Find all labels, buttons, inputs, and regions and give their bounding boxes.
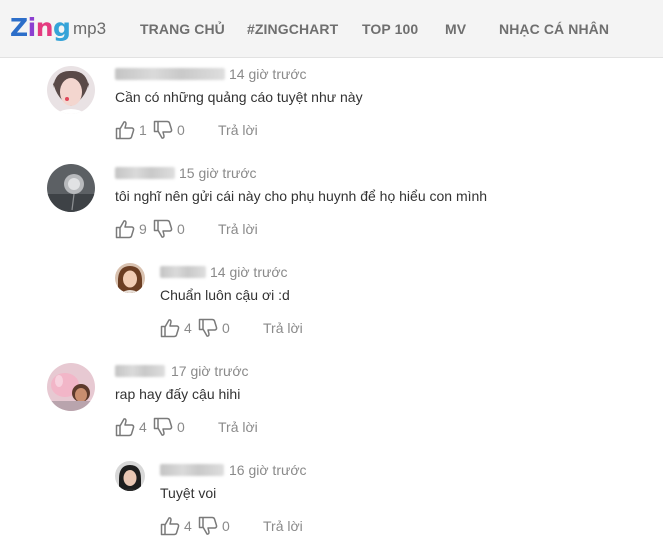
- nav-item-mv[interactable]: MV: [445, 21, 466, 37]
- username-blurred: [115, 365, 165, 377]
- username-blurred: [115, 68, 225, 80]
- reply-button[interactable]: Trả lời: [218, 122, 258, 138]
- comment-item: 14 giờ trước Cần có những quảng cáo tuyệ…: [0, 62, 663, 158]
- comment-actions: 4 0 Trả lời: [115, 417, 295, 437]
- comment-text: Chuẩn luôn cậu ơi :d: [160, 287, 290, 303]
- like-count: 4: [184, 518, 192, 534]
- comment-time: 16 giờ trước: [229, 462, 307, 478]
- thumbs-up-icon[interactable]: [160, 516, 180, 536]
- comment-actions: 9 0 Trả lời: [115, 219, 295, 239]
- comment-time: 15 giờ trước: [179, 165, 257, 181]
- like-count: 4: [139, 419, 147, 435]
- avatar[interactable]: [115, 461, 145, 491]
- username-blurred: [160, 464, 224, 476]
- thumbs-up-icon[interactable]: [115, 417, 135, 437]
- comment-actions: 1 0 Trả lời: [115, 120, 295, 140]
- dislike-count: 0: [222, 320, 230, 336]
- logo-zing-wordmark: Zing: [10, 13, 71, 42]
- avatar[interactable]: [47, 66, 95, 114]
- avatar[interactable]: [47, 164, 95, 212]
- comment-text: tôi nghĩ nên gửi cái này cho phụ huynh đ…: [115, 188, 488, 204]
- thumbs-up-icon[interactable]: [115, 120, 135, 140]
- comment-text: Tuyệt voi: [160, 485, 217, 501]
- reply-item: 14 giờ trước Chuẩn luôn cậu ơi :d 4 0 Tr…: [0, 260, 663, 356]
- reply-button[interactable]: Trả lời: [263, 518, 303, 534]
- logo-mp3-suffix: mp3: [73, 19, 107, 38]
- thumbs-up-icon[interactable]: [160, 318, 180, 338]
- nav-item-home[interactable]: TRANG CHỦ: [140, 21, 225, 37]
- comment-time: 14 giờ trước: [210, 264, 288, 280]
- comment-actions: 4 0 Trả lời: [160, 318, 340, 338]
- dislike-count: 0: [177, 419, 185, 435]
- dislike-count: 0: [177, 122, 185, 138]
- reply-button[interactable]: Trả lời: [218, 221, 258, 237]
- username-blurred: [160, 266, 206, 278]
- comment-item: 17 giờ trước rap hay đấy cậu hihi 4 0 Tr…: [0, 359, 663, 455]
- reply-item: 16 giờ trước Tuyệt voi 4 0 Trả lời: [0, 458, 663, 554]
- dislike-count: 0: [177, 221, 185, 237]
- nav-item-personal-music[interactable]: NHẠC CÁ NHÂN: [499, 21, 609, 37]
- comment-item: 15 giờ trước tôi nghĩ nên gửi cái này ch…: [0, 161, 663, 257]
- thumbs-down-icon[interactable]: [153, 120, 173, 140]
- thumbs-up-icon[interactable]: [115, 219, 135, 239]
- thumbs-down-icon[interactable]: [198, 516, 218, 536]
- reply-button[interactable]: Trả lời: [218, 419, 258, 435]
- comment-time: 17 giờ trước: [171, 363, 249, 379]
- comment-actions: 4 0 Trả lời: [160, 516, 340, 536]
- nav-item-zingchart[interactable]: #ZINGCHART: [247, 21, 338, 37]
- dislike-count: 0: [222, 518, 230, 534]
- like-count: 4: [184, 320, 192, 336]
- thumbs-down-icon[interactable]: [198, 318, 218, 338]
- like-count: 9: [139, 221, 147, 237]
- avatar[interactable]: [115, 263, 145, 293]
- nav-item-top100[interactable]: TOP 100: [362, 21, 418, 37]
- comment-time: 14 giờ trước: [229, 66, 307, 82]
- avatar[interactable]: [47, 363, 95, 411]
- username-blurred: [115, 167, 175, 179]
- thumbs-down-icon[interactable]: [153, 219, 173, 239]
- comment-text: Cần có những quảng cáo tuyệt như này: [115, 89, 363, 105]
- thumbs-down-icon[interactable]: [153, 417, 173, 437]
- comment-text: rap hay đấy cậu hihi: [115, 386, 241, 402]
- like-count: 1: [139, 122, 147, 138]
- top-navbar: Zing mp3 TRANG CHỦ #ZINGCHART TOP 100 MV…: [0, 0, 663, 58]
- reply-button[interactable]: Trả lời: [263, 320, 303, 336]
